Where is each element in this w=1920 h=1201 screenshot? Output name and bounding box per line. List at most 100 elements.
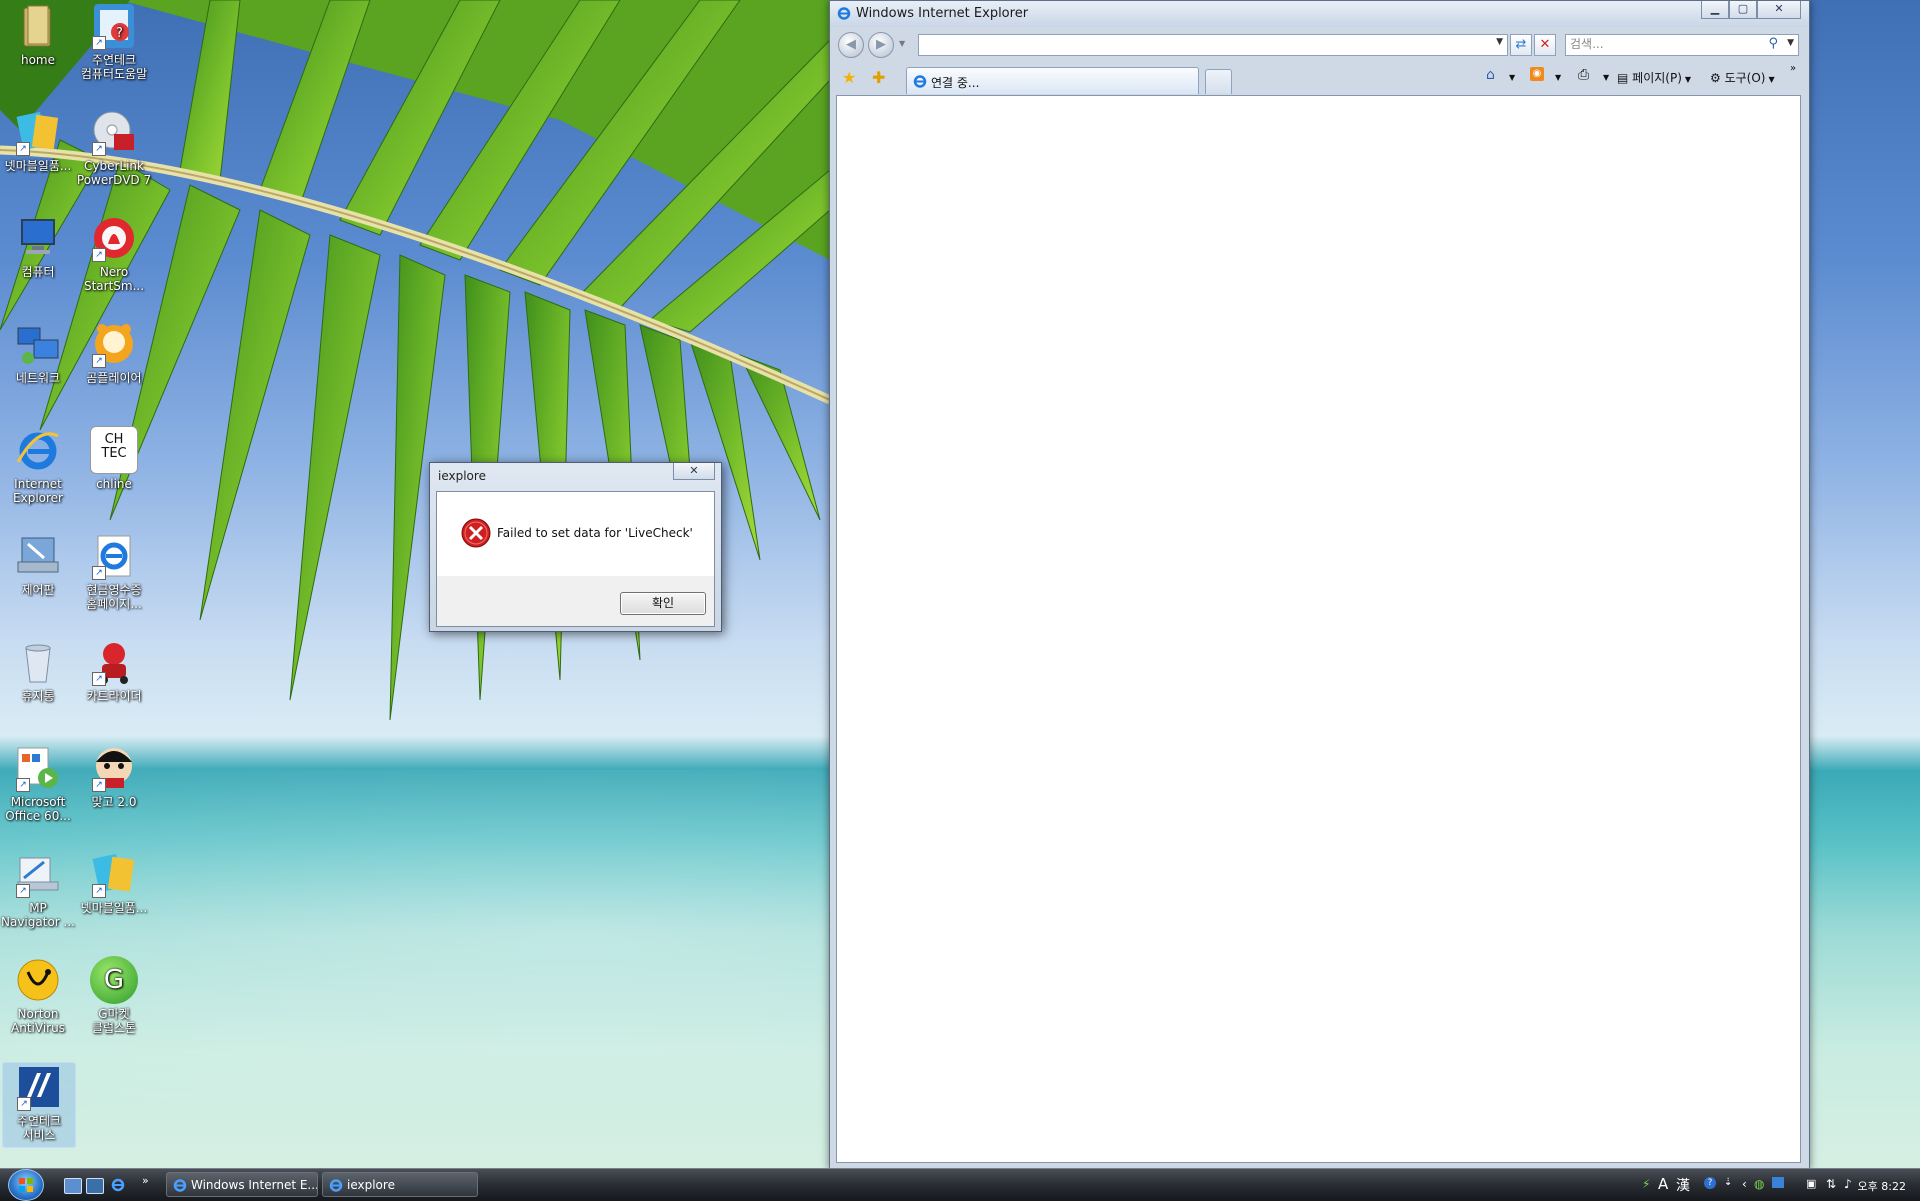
desktop-icon-label: G마켓 클럽스톤 — [91, 1007, 137, 1035]
address-input[interactable] — [919, 35, 1457, 53]
desktop-icon-netmarble-2[interactable]: ↗ 넷마블일품... — [76, 850, 152, 915]
security-center-icon[interactable] — [1772, 1177, 1784, 1188]
desktop-icon-home[interactable]: home — [0, 2, 76, 67]
stop-button[interactable]: ✕ — [1534, 34, 1556, 56]
desktop-icon-gomplayer[interactable]: ↗ 곰플레이어 — [76, 320, 152, 385]
desktop-icon-powerdvd[interactable]: ↗ CyberLink PowerDVD 7 — [76, 108, 152, 187]
search-input[interactable] — [1566, 35, 1783, 53]
clock[interactable]: 오후 8:22 — [1858, 1178, 1906, 1194]
internet-explorer-icon — [173, 1179, 187, 1192]
ie-titlebar[interactable]: Windows Internet Explorer ▁ ▢ ✕ — [830, 1, 1809, 27]
windows-flag-icon — [19, 1178, 33, 1192]
page-icon: ▤ — [1617, 71, 1629, 85]
address-dropdown-icon[interactable]: ▼ — [1496, 37, 1503, 47]
quicklaunch-more-chevron[interactable]: » — [142, 1174, 149, 1187]
desktop-icon-label: 제어판 — [21, 583, 55, 597]
tab-connecting[interactable]: 연결 중... — [906, 67, 1199, 94]
shortcut-arrow-icon: ↗ — [17, 1097, 31, 1111]
maximize-button[interactable]: ▢ — [1729, 1, 1757, 19]
dvd-disc-icon: ↗ — [90, 108, 138, 156]
ie-app-icon — [837, 7, 851, 20]
start-button[interactable] — [8, 1169, 44, 1201]
desktop-icon-norton[interactable]: Norton AntiVirus — [0, 956, 76, 1035]
new-tab-button[interactable] — [1205, 69, 1232, 94]
desktop-icon-label: chline — [96, 477, 132, 491]
switch-windows-icon[interactable] — [86, 1178, 104, 1194]
shortcut-arrow-icon: ↗ — [16, 778, 30, 792]
desktop-icon-internet-explorer[interactable]: Internet Explorer — [0, 426, 76, 505]
tools-menu[interactable]: ⚙ 도구(O) ▼ — [1710, 69, 1775, 86]
desktop-icon-nero[interactable]: ↗ Nero StartSm... — [76, 214, 152, 293]
favorites-center-icon[interactable]: ★ — [842, 70, 856, 86]
ime-hanja-indicator[interactable]: 漢 — [1676, 1175, 1690, 1195]
home-icon[interactable]: ⌂ — [1486, 67, 1495, 83]
dialog-message: Failed to set data for 'LiveCheck' — [497, 526, 693, 540]
desktop-icon-label: 현금영수증 홈페이지... — [86, 583, 142, 611]
tab-label: 연결 중... — [931, 76, 980, 90]
kartrider-icon: ↗ — [90, 638, 138, 686]
ie-page-content[interactable] — [836, 95, 1801, 1163]
desktop-icon-label: CyberLink PowerDVD 7 — [76, 159, 152, 187]
desktop-icon-netmarble[interactable]: ↗ 넷마블일품... — [0, 108, 76, 173]
internet-explorer-icon — [14, 426, 62, 474]
desktop-icon-label: 카트라이더 — [86, 689, 142, 703]
desktop-icon-computer[interactable]: 컴퓨터 — [0, 214, 76, 279]
desktop-icon-ms-office[interactable]: ↗ Microsoft Office 60... — [0, 744, 76, 823]
ime-mode-indicator[interactable]: A — [1658, 1175, 1668, 1193]
help-icon[interactable]: ? — [1704, 1177, 1716, 1189]
back-button[interactable]: ◀ — [838, 32, 864, 58]
forward-button[interactable]: ▶ — [868, 32, 894, 58]
ie-page-icon — [913, 75, 927, 88]
desktop-icon-cash-receipt[interactable]: ↗ 현금영수증 홈페이지... — [76, 532, 152, 611]
tray-expand-chevron[interactable]: ‹ — [1742, 1177, 1747, 1191]
desktop-icon-label: Nero StartSm... — [83, 265, 145, 293]
desktop-icon-label: Norton AntiVirus — [11, 1007, 65, 1035]
language-bar-icon[interactable]: ⚡ — [1642, 1177, 1650, 1191]
search-options-dropdown-icon[interactable]: ▼ — [1787, 38, 1794, 48]
desktop-icon-gmarket[interactable]: G G마켓 클럽스톤 — [76, 956, 152, 1035]
close-button[interactable]: ✕ — [1757, 1, 1801, 19]
recent-pages-dropdown-icon[interactable]: ▼ — [899, 39, 905, 48]
desktop-icon-kartrider[interactable]: ↗ 카트라이더 — [76, 638, 152, 703]
error-dialog: iexplore ✕ Failed to set data for 'LiveC… — [429, 462, 722, 632]
monitor-icon[interactable]: ▣ — [1806, 1177, 1816, 1190]
taskbar: » Windows Internet E... iexplore ⚡ A 漢 ?… — [0, 1168, 1920, 1201]
desktop-icon-network[interactable]: 네트워크 — [0, 320, 76, 385]
ok-button[interactable]: 확인 — [620, 592, 706, 615]
rss-feed-icon[interactable]: ◉ — [1530, 67, 1544, 81]
desktop-icon-chline[interactable]: CH TEC chline — [76, 426, 152, 491]
ie-window: Windows Internet Explorer ▁ ▢ ✕ ◀ ▶ ▼ ▼ … — [829, 0, 1810, 1168]
desktop-icon-jooyon-help[interactable]: ? ↗ 주연테크 컴퓨터도움말 — [76, 2, 152, 81]
desktop-icon-jooyon-service[interactable]: ↗ 주연테크 서비스 — [2, 1062, 76, 1148]
feeds-dropdown-icon[interactable]: ▼ — [1552, 69, 1561, 83]
network-status-icon[interactable]: ◍ — [1754, 1177, 1764, 1191]
toolbar-overflow-chevron[interactable]: » — [1790, 63, 1796, 74]
desktop-icon-matgo[interactable]: ↗ 맞고 2.0 — [76, 744, 152, 809]
internet-explorer-quicklaunch-icon[interactable] — [110, 1178, 126, 1192]
print-icon[interactable]: ⎙ — [1578, 67, 1589, 83]
show-desktop-icon[interactable] — [64, 1178, 82, 1194]
taskbar-button-internet-explorer[interactable]: Windows Internet E... — [166, 1172, 318, 1197]
page-menu[interactable]: ▤ 페이지(P) ▼ — [1617, 69, 1691, 86]
desktop-icon-recycle-bin[interactable]: 휴지통 — [0, 638, 76, 703]
address-bar[interactable]: ▼ — [918, 34, 1508, 56]
ime-options-icon[interactable]: ⇣ — [1724, 1177, 1732, 1188]
shortcut-arrow-icon: ↗ — [92, 248, 106, 262]
print-dropdown-icon[interactable]: ▼ — [1600, 69, 1609, 83]
network-icon[interactable]: ⇅ — [1826, 1177, 1836, 1191]
add-to-favorites-icon[interactable]: ✚ — [872, 70, 885, 86]
dialog-close-button[interactable]: ✕ — [673, 463, 715, 480]
taskbar-button-label: Windows Internet E... — [191, 1178, 318, 1192]
taskbar-button-iexplore[interactable]: iexplore — [322, 1172, 478, 1197]
minimize-button[interactable]: ▁ — [1701, 1, 1729, 19]
volume-icon[interactable]: ♪ — [1844, 1177, 1852, 1191]
desktop-icon-label: 넷마블일품... — [80, 901, 148, 915]
desktop-icon-control-panel[interactable]: 제어판 — [0, 532, 76, 597]
desktop-icon-label: Microsoft Office 60... — [5, 795, 71, 823]
refresh-button[interactable]: ⇄ — [1510, 34, 1532, 56]
search-icon[interactable]: ⚲ — [1768, 36, 1778, 51]
search-box[interactable]: ⚲ ▼ — [1565, 34, 1799, 56]
desktop-icon-mp-navigator[interactable]: ↗ MP Navigator ... — [0, 850, 76, 929]
dialog-message-area: Failed to set data for 'LiveCheck' — [437, 492, 714, 576]
home-dropdown-icon[interactable]: ▼ — [1506, 69, 1515, 83]
